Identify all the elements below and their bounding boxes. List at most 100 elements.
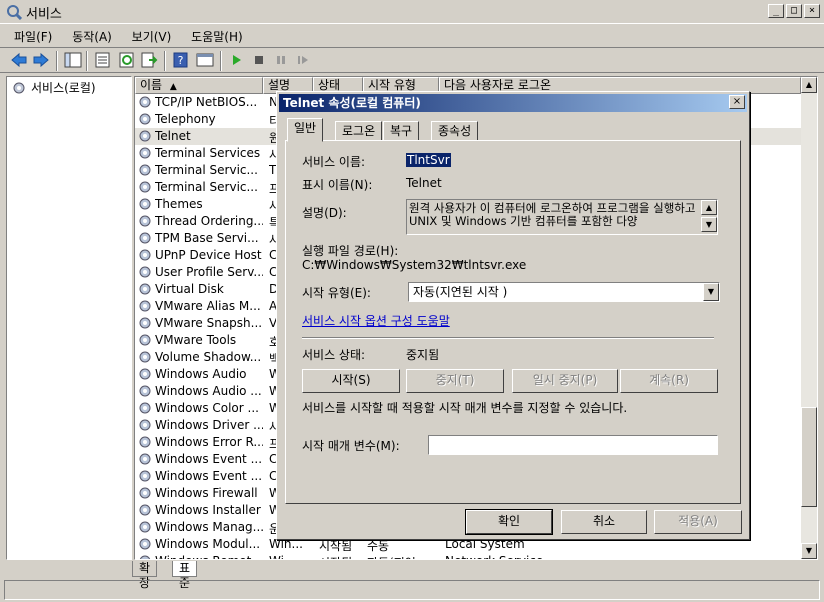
window-title-bar[interactable]: 서비스 _ □ × <box>0 0 824 24</box>
minimize-button[interactable]: _ <box>768 4 784 18</box>
stop-button[interactable]: 중지(T) <box>406 369 504 393</box>
stop-service-icon[interactable] <box>250 52 268 68</box>
resume-button[interactable]: 계속(R) <box>620 369 718 393</box>
dialog-title-bar[interactable]: Telnet 속성(로컬 컴퓨터) × <box>279 94 747 112</box>
menu-help[interactable]: 도움말(H) <box>183 24 251 45</box>
export-list-icon[interactable] <box>140 52 158 68</box>
forward-arrow-icon[interactable] <box>32 52 50 68</box>
startup-options-help-link[interactable]: 서비스 시작 옵션 구성 도움말 <box>302 312 450 329</box>
scroll-thumb[interactable] <box>801 407 817 507</box>
restart-service-icon[interactable] <box>294 52 312 68</box>
service-status-cell: 시작됨 <box>319 554 352 559</box>
description-scrollbar[interactable]: ▲ ▼ <box>701 200 717 234</box>
service-name-cell: Terminal Servic... <box>155 180 258 194</box>
back-arrow-icon[interactable] <box>10 52 28 68</box>
svg-text:?: ? <box>178 54 184 67</box>
gear-icon <box>139 334 151 346</box>
service-startup-cell: 자동(지연... <box>367 554 427 559</box>
table-row[interactable]: Windows Remot... Wi... 시작됨 자동(지연... Network … <box>135 553 801 559</box>
chevron-down-icon[interactable]: ▼ <box>703 283 719 301</box>
start-service-icon[interactable] <box>228 52 246 68</box>
ok-button[interactable]: 확인 <box>465 509 553 535</box>
service-name-cell: Terminal Services <box>155 146 261 160</box>
service-name-cell: Windows Driver ... <box>155 418 263 432</box>
tab-recovery[interactable]: 복구 <box>383 121 420 141</box>
gear-icon <box>139 555 151 559</box>
service-name-cell: Thread Ordering... <box>155 214 263 228</box>
gear-icon <box>139 317 151 329</box>
tab-logon[interactable]: 로그온 <box>335 121 383 141</box>
menu-action[interactable]: 동작(A) <box>64 24 120 45</box>
scroll-up-arrow-icon[interactable]: ▲ <box>801 77 817 93</box>
menu-view[interactable]: 보기(V) <box>124 24 180 45</box>
desc-scroll-up-arrow-icon[interactable]: ▲ <box>701 200 717 215</box>
service-name-cell: VMware Snapsh... <box>155 316 263 330</box>
pause-button[interactable]: 일시 중지(P) <box>512 369 618 393</box>
gear-icon <box>139 487 151 499</box>
start-params-input[interactable] <box>428 435 718 455</box>
service-name-cell: Windows Event ... <box>155 469 263 483</box>
gear-icon <box>139 300 151 312</box>
gear-icon <box>139 419 151 431</box>
description-label: 설명(D): <box>302 206 347 220</box>
service-name-cell: Windows Firewall <box>155 486 258 500</box>
service-name-cell: TPM Base Servi... <box>155 231 259 245</box>
start-params-label: 시작 매개 변수(M): <box>302 439 400 453</box>
tab-extended[interactable]: 확장 <box>132 561 158 590</box>
gear-icon <box>139 402 151 414</box>
properties-icon[interactable] <box>94 52 112 68</box>
start-button[interactable]: 시작(S) <box>302 369 400 393</box>
service-name-cell: TCP/IP NetBIOS... <box>155 95 258 109</box>
gear-icon <box>139 538 151 550</box>
desc-scroll-down-arrow-icon[interactable]: ▼ <box>701 217 717 232</box>
gear-icon <box>139 436 151 448</box>
refresh-icon[interactable] <box>118 52 136 68</box>
tab-general[interactable]: 일반 <box>287 118 324 142</box>
tab-standard[interactable]: 표준 <box>172 561 198 590</box>
status-bar <box>4 580 820 600</box>
menu-file[interactable]: 파일(F) <box>6 24 60 45</box>
cancel-button[interactable]: 취소 <box>561 510 647 534</box>
list-vertical-scrollbar[interactable]: ▲ ▼ <box>801 77 817 559</box>
tab-dependencies[interactable]: 종속성 <box>431 121 479 141</box>
service-name-cell: Windows Audio <box>155 367 247 381</box>
scroll-down-arrow-icon[interactable]: ▼ <box>801 543 817 559</box>
display-name-value: Telnet <box>406 176 442 190</box>
executable-path-value: C:₩Windows₩System32₩tlntsvr.exe <box>302 258 527 272</box>
gear-icon <box>139 351 151 363</box>
divider <box>302 337 714 339</box>
gear-icon <box>139 283 151 295</box>
column-header-name[interactable]: 이름 ▲ <box>135 77 263 94</box>
gear-icon <box>139 181 151 193</box>
service-name-cell: Windows Modul... <box>155 537 261 551</box>
apply-button[interactable]: 적용(A) <box>654 510 742 534</box>
service-status-value: 중지됨 <box>406 348 440 362</box>
tree-item-services-local[interactable]: 서비스(로컬) <box>11 79 96 96</box>
gear-icon <box>139 249 151 261</box>
dialog-close-button[interactable]: × <box>729 95 745 109</box>
description-box[interactable]: 원격 사용자가 이 컴퓨터에 로그온하여 프로그램을 실행하고 UNIX 및 W… <box>406 199 718 235</box>
service-logon-cell: Network Service <box>445 554 543 559</box>
dialog-title: Telnet 속성(로컬 컴퓨터) <box>283 96 421 110</box>
gear-icon <box>139 504 151 516</box>
toolbar: ? <box>0 47 824 73</box>
gear-icon <box>139 368 151 380</box>
maximize-button[interactable]: □ <box>786 4 802 18</box>
help-icon[interactable]: ? <box>172 52 190 68</box>
pause-service-icon[interactable] <box>272 52 290 68</box>
service-name-cell: Virtual Disk <box>155 282 224 296</box>
startup-type-select[interactable]: 자동(지연된 시작 ) ▼ <box>408 282 720 302</box>
gear-icon <box>139 215 151 227</box>
description-text: 원격 사용자가 이 컴퓨터에 로그온하여 프로그램을 실행하고 UNIX 및 W… <box>409 201 696 228</box>
console-icon[interactable] <box>196 52 214 68</box>
show-hide-tree-icon[interactable] <box>64 52 82 68</box>
startup-type-label: 시작 유형(E): <box>302 286 371 300</box>
start-params-hint: 서비스를 시작할 때 적용할 시작 매개 변수를 지정할 수 있습니다. <box>302 401 628 415</box>
general-tab-panel: 서비스 이름: TlntSvr 표시 이름(N): Telnet 설명(D): … <box>285 140 741 504</box>
service-name-cell: Windows Event ... <box>155 452 263 466</box>
service-name-cell: Terminal Servic... <box>155 163 258 177</box>
service-name-cell: Windows Error R... <box>155 435 263 449</box>
gear-icon <box>139 147 151 159</box>
service-name-cell: UPnP Device Host <box>155 248 262 262</box>
close-button[interactable]: × <box>804 4 820 18</box>
